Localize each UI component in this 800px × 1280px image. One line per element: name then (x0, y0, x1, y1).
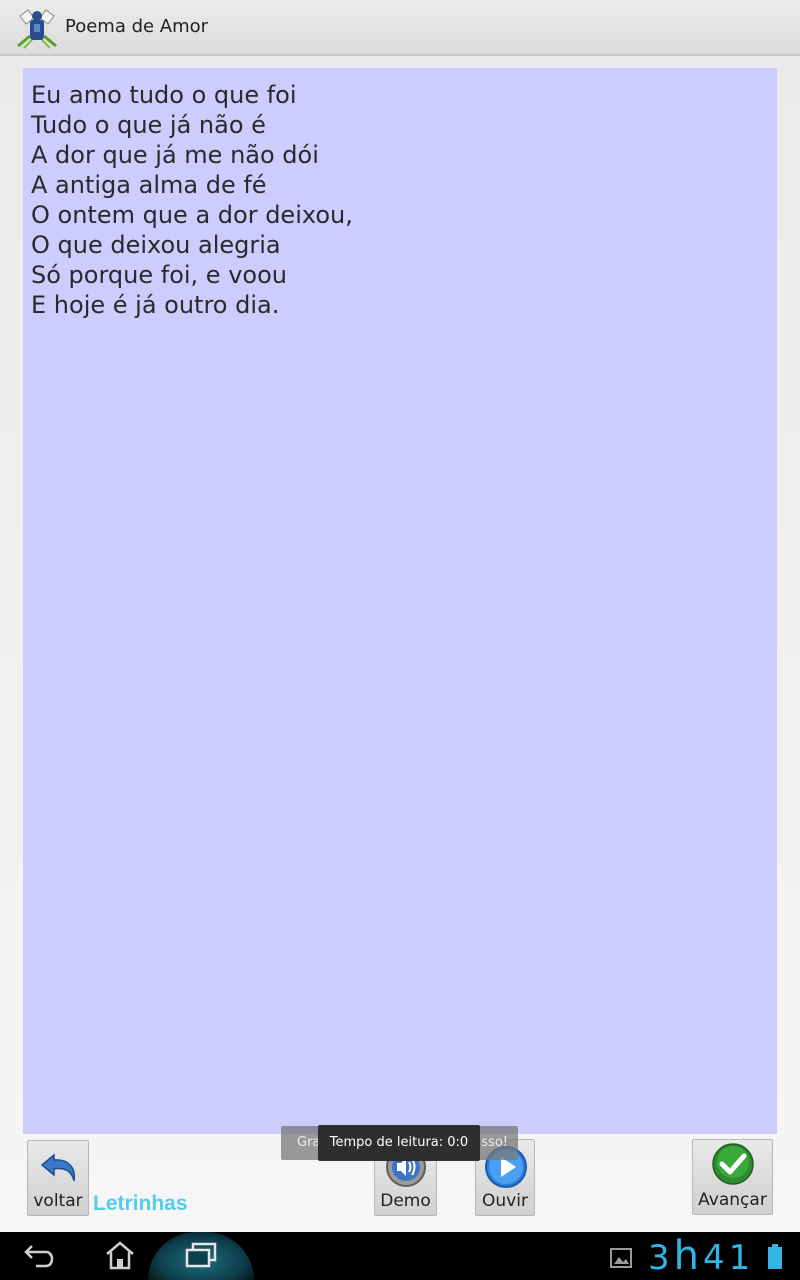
back-button[interactable]: voltar (27, 1140, 89, 1216)
next-button[interactable]: Avançar (692, 1139, 773, 1215)
toast-reading-time: Tempo de leitura: 0:0 (318, 1125, 480, 1161)
poem-line: O ontem que a dor deixou, (31, 201, 353, 229)
gallery-notification-icon[interactable] (610, 1248, 632, 1268)
next-button-label: Avançar (698, 1190, 767, 1210)
poem-line: Só porque foi, e voou (31, 261, 287, 289)
poem-line: Tudo o que já não é (31, 111, 266, 139)
poem-line: Eu amo tudo o que foi (31, 81, 297, 109)
listen-button-label: Ouvir (482, 1191, 528, 1211)
nav-home-icon[interactable] (104, 1240, 136, 1270)
check-icon (712, 1143, 754, 1185)
poem-line: O que deixou alegria (31, 231, 281, 259)
toast-back-right-text: sso! (481, 1135, 508, 1150)
demo-button-label: Demo (380, 1191, 431, 1211)
back-button-label: voltar (33, 1191, 83, 1211)
clock-hour: 3 (648, 1238, 674, 1278)
poem-line: A dor que já me não dói (31, 141, 319, 169)
nav-recent-apps-icon[interactable] (184, 1242, 218, 1270)
clock-minutes: 41 (703, 1238, 755, 1278)
battery-icon (768, 1244, 782, 1269)
poem-line: A antiga alma de fé (31, 171, 267, 199)
brand-label: Letrinhas (93, 1192, 188, 1215)
poem-line: E hoje é já outro dia. (31, 291, 280, 319)
app-title: Poema de Amor (65, 16, 209, 37)
app-logo-icon[interactable] (14, 6, 60, 50)
nav-back-icon[interactable] (24, 1242, 58, 1270)
clock-separator: h (673, 1233, 703, 1279)
status-clock: 3h41 (648, 1236, 754, 1278)
undo-arrow-icon (40, 1153, 76, 1182)
poem-text-panel: Eu amo tudo o que foi Tudo o que já não … (23, 68, 777, 1134)
toast-back-left-text: Gra (297, 1135, 321, 1150)
action-bar: Poema de Amor (0, 0, 800, 56)
